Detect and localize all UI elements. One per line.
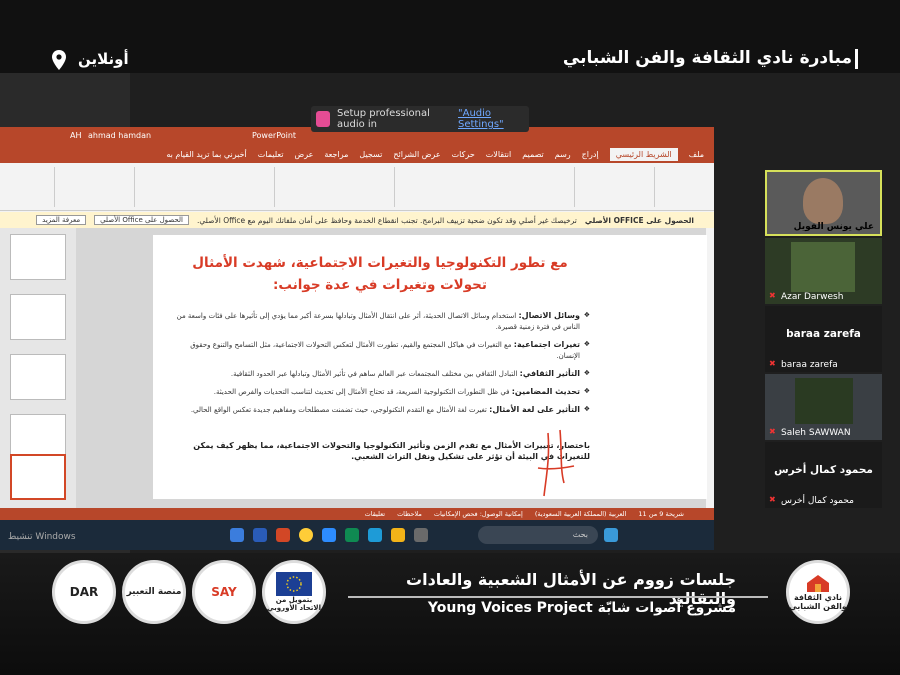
title-accent-bar <box>855 49 858 69</box>
ribbon-tabs: ملف الشريط الرئيسي إدراج رسم تصميم انتقا… <box>0 145 714 163</box>
slide-thumbnail[interactable] <box>10 354 66 400</box>
notes-button[interactable]: ملاحظات <box>397 510 422 518</box>
get-genuine-office-button[interactable]: الحصول على Office الأصلي <box>94 215 189 225</box>
club-logo: نادي الثقافة والفن الشبابي <box>786 560 850 624</box>
ribbon-toolbar <box>0 163 714 211</box>
participant-video <box>791 242 855 292</box>
participant-video <box>803 178 843 224</box>
ppt-statusbar: شريحة 9 من 11 العربية (المملكة العربية ا… <box>0 508 714 520</box>
participant-tile[interactable]: ✖ Azar Darwesh <box>765 238 882 304</box>
drawing-group[interactable] <box>134 167 274 207</box>
participant-name: Azar Darwesh <box>781 292 844 302</box>
slide-bullet: تحديث المضامين: في ظل التطورات التكنولوج… <box>165 386 590 398</box>
participant-name: علي يونس الفويل <box>793 222 874 232</box>
location-label: أونلاين <box>78 50 129 68</box>
tab-slideshow[interactable]: عرض الشرائح <box>393 150 440 159</box>
muted-mic-icon: ✖ <box>769 427 776 436</box>
excel-icon[interactable] <box>345 528 359 542</box>
slide-bullets: وسائل الاتصال: استخدام وسائل الاتصال الح… <box>165 310 590 422</box>
learn-more-button[interactable]: معرفة المزيد <box>36 215 87 225</box>
tabeer-platform-logo: منصة التعبير <box>122 560 186 624</box>
taskbar-search[interactable]: بحث <box>478 526 598 544</box>
paragraph-group[interactable] <box>274 167 394 207</box>
slides-group[interactable] <box>574 167 654 207</box>
chrome-icon[interactable] <box>299 528 313 542</box>
club-house-icon <box>807 575 829 592</box>
title-divider <box>348 596 768 598</box>
message-bar-text: ترخيصك غير أصلي وقد تكون ضحية تزييف البر… <box>196 215 577 225</box>
audio-prompt-text: Setup professional audio in <box>337 108 430 130</box>
language-indicator[interactable]: العربية (المملكة العربية السعودية) <box>535 510 627 518</box>
tab-file[interactable]: ملف <box>689 150 704 159</box>
file-explorer-icon[interactable] <box>391 528 405 542</box>
powerpoint-icon[interactable] <box>276 528 290 542</box>
tab-design[interactable]: تصميم <box>522 150 544 159</box>
participant-tile[interactable]: علي يونس الفويل <box>765 170 882 236</box>
participant-display-name: محمود كمال أخرس <box>774 464 873 476</box>
comments-button[interactable]: تعليقات <box>365 510 385 518</box>
clipboard-group[interactable] <box>654 167 704 207</box>
windows-taskbar: بحث <box>0 520 714 550</box>
tab-review[interactable]: مراجعة <box>324 150 348 159</box>
tab-help[interactable]: تعليمات <box>258 150 284 159</box>
tell-me-search[interactable]: أخبرني بما تريد القيام به <box>166 150 246 159</box>
message-bar-label: الحصول على OFFICE الأصلي <box>584 215 694 225</box>
app-name: PowerPoint <box>252 131 297 140</box>
slide-bullet: التأثير الثقافي: التبادل الثقافي بين مخت… <box>165 368 590 380</box>
tab-insert[interactable]: إدراج <box>582 150 599 159</box>
slide-thumbnail-selected[interactable] <box>10 454 66 500</box>
muted-mic-icon: ✖ <box>769 495 776 504</box>
tab-view[interactable]: عرض <box>295 150 314 159</box>
project-title: مشروع أصوات شابّة Young Voices Project <box>427 600 736 616</box>
participant-video <box>795 378 853 424</box>
participant-name: Saleh SAWWAN <box>781 428 851 438</box>
license-message-bar: الحصول على OFFICE الأصلي ترخيصك غير أصلي… <box>0 212 714 228</box>
windows-activation-watermark: تنشيط Windows <box>8 532 76 542</box>
taskbar-app-icon[interactable] <box>414 528 428 542</box>
accessibility-status[interactable]: إمكانية الوصول: فحص الإمكانيات <box>434 510 523 518</box>
tab-animations[interactable]: حركات <box>452 150 475 159</box>
slide-bullet: تغيرات اجتماعية: مع التغيرات في هياكل ال… <box>165 339 590 362</box>
muted-mic-icon: ✖ <box>769 291 776 300</box>
user-avatar[interactable]: AH <box>70 131 82 140</box>
font-group[interactable] <box>394 167 574 207</box>
user-name: ahmad hamdan <box>88 131 152 140</box>
slide-thumbnail[interactable] <box>10 234 66 280</box>
zoom-icon[interactable] <box>322 528 336 542</box>
say-logo: SAY <box>192 560 256 624</box>
audio-note-icon <box>316 111 330 127</box>
tab-draw[interactable]: رسم <box>555 150 571 159</box>
slide-bullet: التأثير على لغة الأمثال: تغيرت لغة الأمث… <box>165 404 590 416</box>
slide-title: مع تطور التكنولوجيا والتغيرات الاجتماعية… <box>192 255 568 293</box>
participant-display-name: baraa zarefa <box>786 328 861 340</box>
windows-start-icon[interactable] <box>604 528 618 542</box>
word-icon[interactable] <box>253 528 267 542</box>
edge-icon[interactable] <box>368 528 382 542</box>
participant-tile[interactable]: baraa zarefa ✖ baraa zarefa <box>765 306 882 372</box>
eu-funding-text: بتمويل من الاتحاد الأوروبي <box>267 596 321 612</box>
pen-annotation <box>537 429 575 497</box>
slide-thumbnails-pane <box>0 228 76 508</box>
taskbar-app-icon[interactable] <box>230 528 244 542</box>
editing-group[interactable] <box>54 167 134 207</box>
club-logo-text: نادي الثقافة والفن الشبابي <box>789 593 847 611</box>
initiative-title: مبادرة نادي الثقافة والفن الشبابي <box>562 48 852 68</box>
participant-tile[interactable]: محمود كمال أخرس ✖ محمود كمال أخرس <box>765 442 882 508</box>
slide-counter: شريحة 9 من 11 <box>638 510 684 518</box>
participant-tile[interactable]: ✖ Saleh SAWWAN <box>765 374 882 440</box>
participant-name: baraa zarefa <box>781 360 838 370</box>
slide-thumbnail[interactable] <box>10 294 66 340</box>
tab-transitions[interactable]: انتقالات <box>486 150 511 159</box>
location-pin-icon <box>52 50 66 70</box>
tab-home[interactable]: الشريط الرئيسي <box>609 147 678 161</box>
audio-settings-prompt[interactable]: Setup professional audio in "Audio Setti… <box>311 106 529 132</box>
dar-logo: DAR <box>52 560 116 624</box>
tab-record[interactable]: تسجيل <box>359 150 382 159</box>
eu-flag-icon <box>276 572 312 596</box>
audio-settings-link[interactable]: "Audio Settings" <box>458 108 529 130</box>
participant-name: محمود كمال أخرس <box>781 496 854 506</box>
slide-bullet: وسائل الاتصال: استخدام وسائل الاتصال الح… <box>165 310 590 333</box>
muted-mic-icon: ✖ <box>769 359 776 368</box>
eu-funding-logo: بتمويل من الاتحاد الأوروبي <box>262 560 326 624</box>
